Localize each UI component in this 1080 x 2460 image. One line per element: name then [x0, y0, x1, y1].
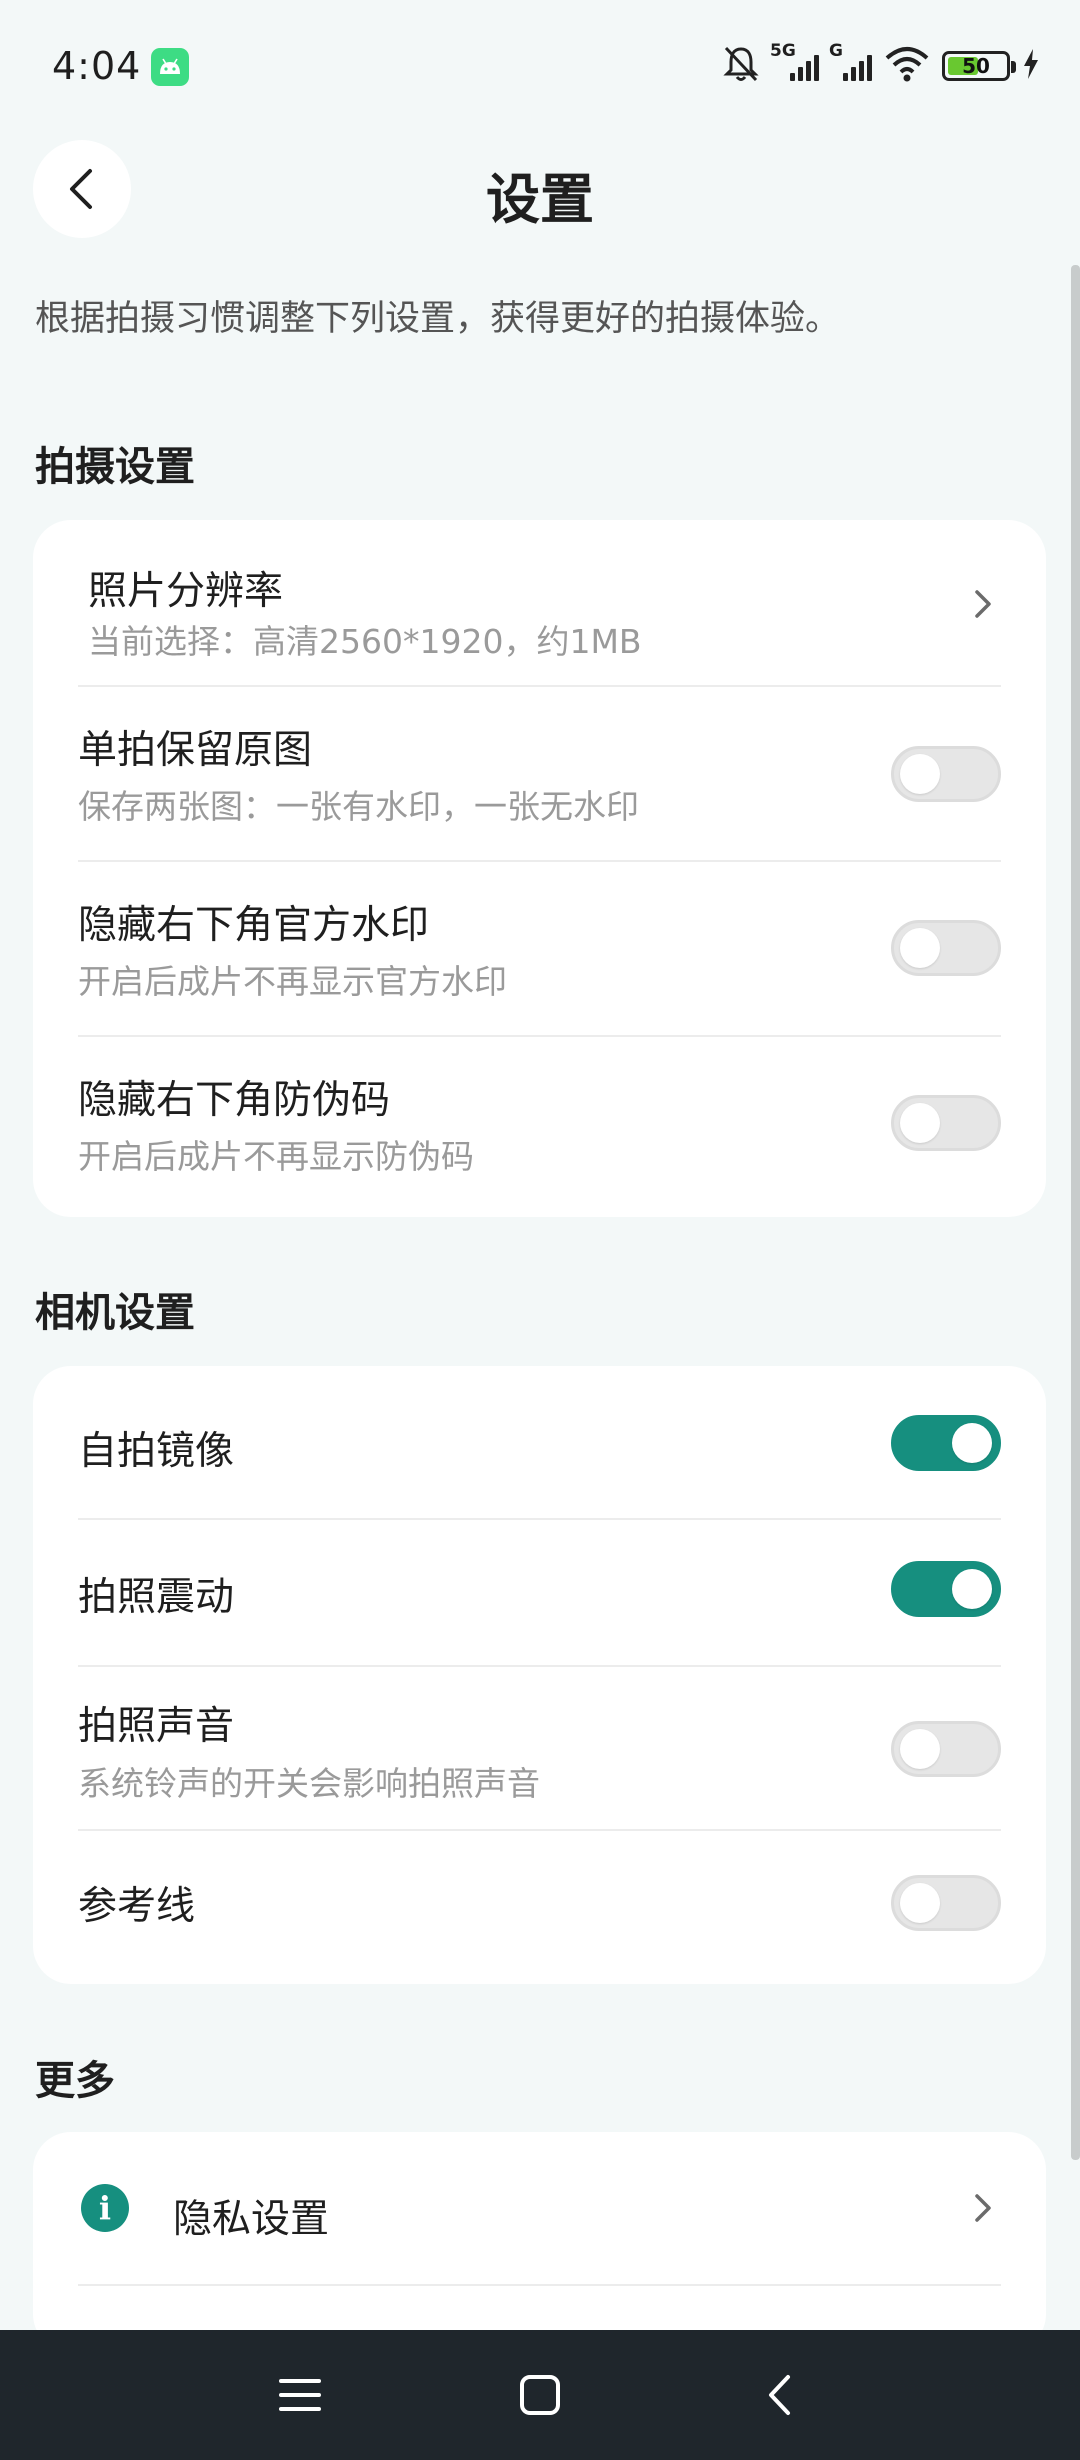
back-nav-button[interactable] [750, 2365, 810, 2425]
camera-settings-card: 自拍镜像 拍照震动 拍照声音 系统铃声的开关会影响拍照声音 参考线 [33, 1366, 1046, 1984]
shutter-vibration-title: 拍照震动 [78, 1575, 235, 1620]
signal-g-icon: G [829, 41, 872, 81]
hide-anticounterfeit-row: 隐藏右下角防伪码 开启后成片不再显示防伪码 [78, 1037, 1001, 1217]
battery-icon: 50 [942, 51, 1016, 81]
scrollbar[interactable] [1071, 265, 1080, 2160]
hide-watermark-toggle[interactable] [891, 920, 1001, 976]
hide-watermark-title: 隐藏右下角官方水印 [78, 903, 430, 948]
chevron-right-icon [975, 590, 991, 618]
selfie-mirror-row: 自拍镜像 [78, 1366, 1001, 1518]
grid-lines-title: 参考线 [78, 1884, 196, 1929]
hide-anticounterfeit-subtitle: 开启后成片不再显示防伪码 [78, 1137, 474, 1176]
hide-watermark-subtitle: 开启后成片不再显示官方水印 [78, 962, 507, 1001]
wifi-icon [884, 46, 930, 86]
section-title-camera: 相机设置 [35, 1290, 195, 1336]
network-label-5g: 5G [770, 41, 796, 61]
home-icon [520, 2375, 560, 2415]
section-title-shooting: 拍摄设置 [35, 444, 195, 490]
keep-original-toggle[interactable] [891, 746, 1001, 802]
hide-watermark-row: 隐藏右下角官方水印 开启后成片不再显示官方水印 [78, 862, 1001, 1034]
home-button[interactable] [510, 2365, 570, 2425]
selfie-mirror-title: 自拍镜像 [78, 1429, 235, 1474]
shutter-sound-title: 拍照声音 [78, 1704, 235, 1749]
section-title-more: 更多 [35, 2058, 115, 2104]
back-icon [769, 2375, 790, 2415]
system-navigation-bar [0, 2330, 1080, 2460]
keep-original-title: 单拍保留原图 [78, 728, 313, 773]
privacy-settings-title: 隐私设置 [173, 2197, 330, 2242]
info-icon: i [81, 2184, 129, 2232]
shutter-vibration-toggle[interactable] [891, 1561, 1001, 1617]
hide-anticounterfeit-toggle[interactable] [891, 1095, 1001, 1151]
page-title: 设置 [486, 168, 594, 231]
menu-icon [279, 2379, 321, 2411]
battery-level: 50 [962, 54, 990, 78]
photo-resolution-title: 照片分辨率 [88, 569, 284, 614]
menu-button[interactable] [270, 2365, 330, 2425]
charging-icon [1022, 48, 1040, 84]
photo-resolution-row[interactable]: 照片分辨率 当前选择：高清2560*1920，约1MB [88, 520, 1001, 685]
status-time: 4:04 [52, 44, 142, 88]
shutter-vibration-row: 拍照震动 [78, 1520, 1001, 1664]
shutter-sound-subtitle: 系统铃声的开关会影响拍照声音 [78, 1764, 540, 1803]
status-bar: 4:04 5G G 50 [0, 0, 1080, 135]
selfie-mirror-toggle[interactable] [891, 1415, 1001, 1471]
shooting-settings-card: 照片分辨率 当前选择：高清2560*1920，约1MB 单拍保留原图 保存两张图… [33, 520, 1046, 1217]
status-icons: 5G G 50 [722, 41, 1040, 88]
keep-original-subtitle: 保存两张图：一张有水印，一张无水印 [78, 787, 639, 826]
keep-original-row: 单拍保留原图 保存两张图：一张有水印，一张无水印 [78, 687, 1001, 859]
photo-resolution-subtitle: 当前选择：高清2560*1920，约1MB [88, 622, 642, 661]
settings-screen: 4:04 5G G 50 设置 根据拍摄习惯调整下列设置，获得更好的拍摄体验。 … [0, 0, 1080, 2460]
chevron-right-icon [975, 2194, 991, 2222]
network-label-g: G [829, 41, 843, 61]
grid-lines-toggle[interactable] [891, 1875, 1001, 1931]
android-notification-icon [151, 48, 189, 86]
silent-bell-icon [722, 44, 760, 88]
hide-anticounterfeit-title: 隐藏右下角防伪码 [78, 1078, 391, 1123]
signal-5g-icon: 5G [770, 41, 819, 81]
shutter-sound-toggle[interactable] [891, 1721, 1001, 1777]
shutter-sound-row: 拍照声音 系统铃声的开关会影响拍照声音 [78, 1667, 1001, 1829]
grid-lines-row: 参考线 [78, 1831, 1001, 1984]
divider [78, 2284, 1001, 2286]
intro-text: 根据拍摄习惯调整下列设置，获得更好的拍摄体验。 [35, 299, 841, 339]
privacy-settings-row[interactable]: i 隐私设置 [33, 2132, 1046, 2284]
more-card: i 隐私设置 [33, 2132, 1046, 2352]
